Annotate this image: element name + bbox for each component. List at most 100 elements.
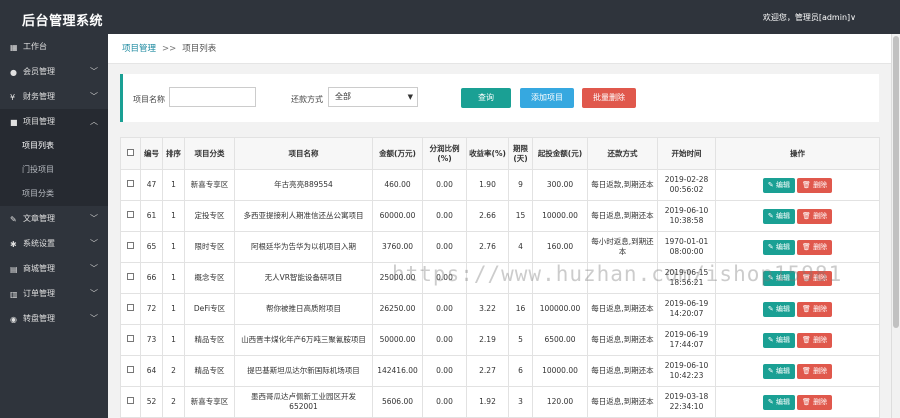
chevron-down-icon: ▼	[407, 93, 413, 101]
edit-button[interactable]: ✎ 编辑	[762, 208, 795, 224]
cell-category: DeFi专区	[184, 293, 235, 325]
breadcrumb-parent[interactable]: 项目管理	[122, 44, 156, 54]
sidebar-item[interactable]: ◉ 转盘管理 ﹀	[0, 306, 108, 331]
row-checkbox[interactable]	[127, 397, 134, 404]
cell-rate: 1.92	[466, 386, 509, 418]
edit-button[interactable]: ✎ 编辑	[762, 239, 795, 255]
cell-repay: 每小时返息,到期还本	[587, 231, 658, 263]
trash-icon: 🗑	[801, 397, 814, 406]
table-row: 72 1 DeFi专区 帮你被推日高质附项目 26250.00 0.00 3.22 16 100…	[120, 293, 880, 325]
edit-label: 编辑	[775, 180, 790, 189]
row-checkbox[interactable]	[127, 273, 134, 280]
sidebar-item-label: 财务管理	[23, 92, 55, 101]
cell-name: 提巴基斯坦瓜达尔新国际机场项目	[234, 355, 373, 387]
row-checkbox[interactable]	[127, 366, 134, 373]
add-project-button[interactable]: 添加项目	[520, 88, 574, 108]
cell-repay: 每日返款,到期还本	[587, 169, 658, 201]
table-body: 47 1 新喜专享区 年古亮亮889554 460.00 0.00 1.90 9 300.00 每…	[120, 169, 880, 418]
delete-button[interactable]: 🗑 删除	[796, 394, 833, 410]
top-header: 后台管理系统 欢迎您，管理员[admin]∨	[0, 0, 900, 34]
sidebar-item[interactable]: ¥ 财务管理 ﹀	[0, 84, 108, 109]
edit-icon: ✎	[767, 397, 776, 406]
cell-repay: 每日返息,到期还本	[587, 355, 658, 387]
table-row: 61 1 定投专区 多西亚提接利人期准信还丛公寓项目 60000.00 0.00 2.66 1…	[120, 200, 880, 232]
repay-method-select[interactable]: 全部 ▼	[328, 87, 418, 107]
cell-start: 1970-01-01 08:00:00	[657, 231, 716, 263]
edit-button[interactable]: ✎ 编辑	[762, 177, 795, 193]
trash-icon: 🗑	[801, 180, 814, 189]
edit-icon: ✎	[767, 335, 776, 344]
breadcrumb-current: 项目列表	[182, 44, 217, 54]
project-name-input[interactable]	[169, 87, 256, 107]
sidebar-item[interactable]: ✱ 系统设置 ﹀	[0, 231, 108, 256]
edit-button[interactable]: ✎ 编辑	[762, 394, 795, 410]
edit-icon: ✎	[767, 304, 776, 313]
delete-button[interactable]: 🗑 删除	[796, 332, 833, 348]
main-content: 项目管理 >> 项目列表 项目名称 还款方式 全部 ▼ 查询 添加项目 批量删除 编号…	[108, 34, 891, 418]
row-actions: ✎ 编辑 🗑 删除	[715, 293, 880, 325]
repay-method-label: 还款方式	[291, 95, 323, 104]
sidebar-subitem[interactable]: 门投项目	[0, 158, 108, 182]
trash-icon: 🗑	[801, 242, 814, 251]
cell-category: 新喜专享区	[184, 169, 235, 201]
edit-button[interactable]: ✎ 编辑	[762, 363, 795, 379]
sidebar-item[interactable]: ▤ 商城管理 ﹀	[0, 256, 108, 281]
delete-button[interactable]: 🗑 删除	[796, 301, 833, 317]
delete-button[interactable]: 🗑 删除	[796, 239, 833, 255]
cell-category: 概念专区	[184, 262, 235, 294]
sidebar-item[interactable]: ▦ 工作台	[0, 34, 108, 59]
cell-id: 64	[140, 355, 163, 387]
cell-share: 0.00	[422, 231, 467, 263]
sidebar-item-label: 转盘管理	[23, 314, 55, 323]
edit-label: 编辑	[775, 397, 790, 406]
row-actions: ✎ 编辑 🗑 删除	[715, 355, 880, 387]
batch-delete-button[interactable]: 批量删除	[582, 88, 636, 108]
table-row: 73 1 精品专区 山西晋丰煤化年产6万吨三聚氰胺项目 50000.00 0.00 2.19…	[120, 324, 880, 356]
row-checkbox[interactable]	[127, 242, 134, 249]
cell-rate: 2.27	[466, 355, 509, 387]
cell-amount: 3760.00	[372, 231, 423, 263]
page-scrollbar[interactable]	[891, 34, 900, 418]
sidebar-item[interactable]: ■ 项目管理 ︿	[0, 109, 108, 134]
delete-button[interactable]: 🗑 删除	[796, 363, 833, 379]
cell-start: 2019-03-18 22:34:10	[657, 386, 716, 418]
row-checkbox[interactable]	[127, 304, 134, 311]
sidebar-item[interactable]: ● 会员管理 ﹀	[0, 59, 108, 84]
column-header: 收益率(%)	[466, 137, 509, 170]
cell-min: 6500.00	[532, 324, 588, 356]
sidebar-subitem[interactable]: 项目列表	[0, 134, 108, 158]
cell-term: 16	[508, 293, 533, 325]
search-button[interactable]: 查询	[461, 88, 511, 108]
table-header-row: 编号 排序 项目分类 项目名称 金额(万元) 分润比例(%) 收益率(%) 期限(天) 起投金额…	[120, 137, 880, 170]
edit-button[interactable]: ✎ 编辑	[762, 332, 795, 348]
sidebar-item[interactable]: ▥ 订单管理 ﹀	[0, 281, 108, 306]
column-header: 开始时间	[657, 137, 716, 170]
article-icon: ✎	[10, 215, 17, 224]
column-header: 操作	[715, 137, 880, 170]
row-checkbox[interactable]	[127, 180, 134, 187]
delete-button[interactable]: 🗑 删除	[796, 177, 833, 193]
cell-term: 4	[508, 231, 533, 263]
sidebar-item[interactable]: ✎ 文章管理 ﹀	[0, 206, 108, 231]
cell-share: 0.00	[422, 169, 467, 201]
project-name-label: 项目名称	[133, 95, 165, 104]
delete-button[interactable]: 🗑 删除	[796, 208, 833, 224]
cell-sort: 2	[162, 386, 185, 418]
row-checkbox[interactable]	[127, 335, 134, 342]
edit-button[interactable]: ✎ 编辑	[762, 301, 795, 317]
column-header: 排序	[162, 137, 185, 170]
select-all-checkbox[interactable]	[127, 148, 134, 156]
sidebar-item-label: 系统设置	[23, 239, 55, 248]
money-icon: ¥	[10, 93, 16, 102]
cell-category: 限时专区	[184, 231, 235, 263]
scrollbar-thumb[interactable]	[893, 36, 899, 328]
sidebar-subitem[interactable]: 项目分类	[0, 182, 108, 206]
cell-sort: 2	[162, 355, 185, 387]
column-header: 编号	[140, 137, 163, 170]
user-menu[interactable]: 欢迎您，管理员[admin]∨	[763, 12, 856, 23]
row-checkbox[interactable]	[127, 211, 134, 218]
select-all-checkbox-cell[interactable]	[120, 137, 141, 170]
row-checkbox-cell	[120, 169, 141, 201]
cell-rate: 1.90	[466, 169, 509, 201]
sidebar-item-label: 商城管理	[23, 264, 55, 273]
